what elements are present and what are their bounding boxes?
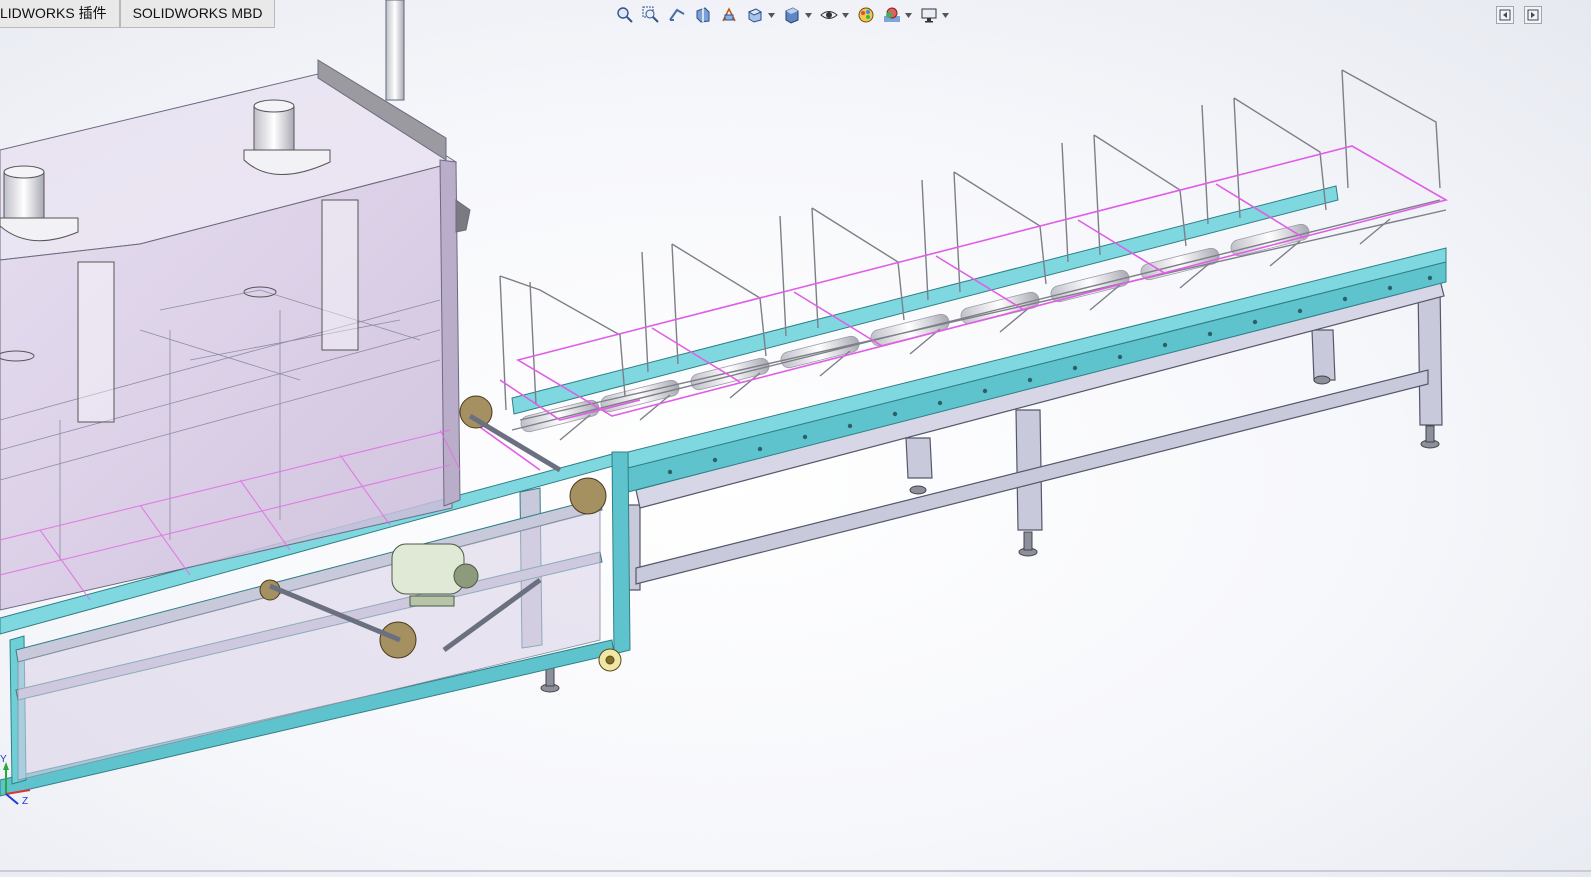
conveyor-assembly-model[interactable] xyxy=(0,0,1591,872)
restore-panel-icon[interactable] xyxy=(1496,6,1514,24)
apply-scene-icon[interactable] xyxy=(881,4,903,26)
triad-y-label: Y xyxy=(0,754,7,765)
display-style-icon[interactable] xyxy=(781,4,803,26)
hide-show-items-icon[interactable] xyxy=(818,4,840,26)
axis-triad-icon xyxy=(3,762,31,805)
chevron-down-icon[interactable] xyxy=(804,4,812,26)
dynamic-annotation-icon[interactable] xyxy=(718,4,740,26)
command-manager-tabs: LIDWORKS 插件 SOLIDWORKS MBD xyxy=(0,0,276,28)
triad-z-label: Z xyxy=(22,796,29,807)
previous-view-icon[interactable] xyxy=(666,4,688,26)
chevron-down-icon[interactable] xyxy=(767,4,775,26)
chevron-down-icon[interactable] xyxy=(904,4,912,26)
section-view-icon[interactable] xyxy=(692,4,714,26)
caster-wheel xyxy=(598,648,622,672)
transparent-tank xyxy=(0,59,471,611)
zoom-to-fit-icon[interactable] xyxy=(614,4,636,26)
graphics-viewport[interactable] xyxy=(0,0,1591,872)
leveling-feet xyxy=(540,375,1440,693)
view-orientation-icon[interactable] xyxy=(744,4,766,26)
heads-up-view-toolbar xyxy=(614,4,951,26)
tab-solidworks-addins[interactable]: LIDWORKS 插件 xyxy=(0,0,120,28)
reference-triad: Y Z xyxy=(0,754,40,810)
expand-panel-icon[interactable] xyxy=(1524,6,1542,24)
edit-appearance-icon[interactable] xyxy=(855,4,877,26)
chevron-down-icon[interactable] xyxy=(841,4,849,26)
zoom-to-area-icon[interactable] xyxy=(640,4,662,26)
view-settings-icon[interactable] xyxy=(918,4,940,26)
overhead-pipe xyxy=(385,0,405,101)
tab-solidworks-mbd[interactable]: SOLIDWORKS MBD xyxy=(119,0,276,28)
chevron-down-icon[interactable] xyxy=(941,4,949,26)
